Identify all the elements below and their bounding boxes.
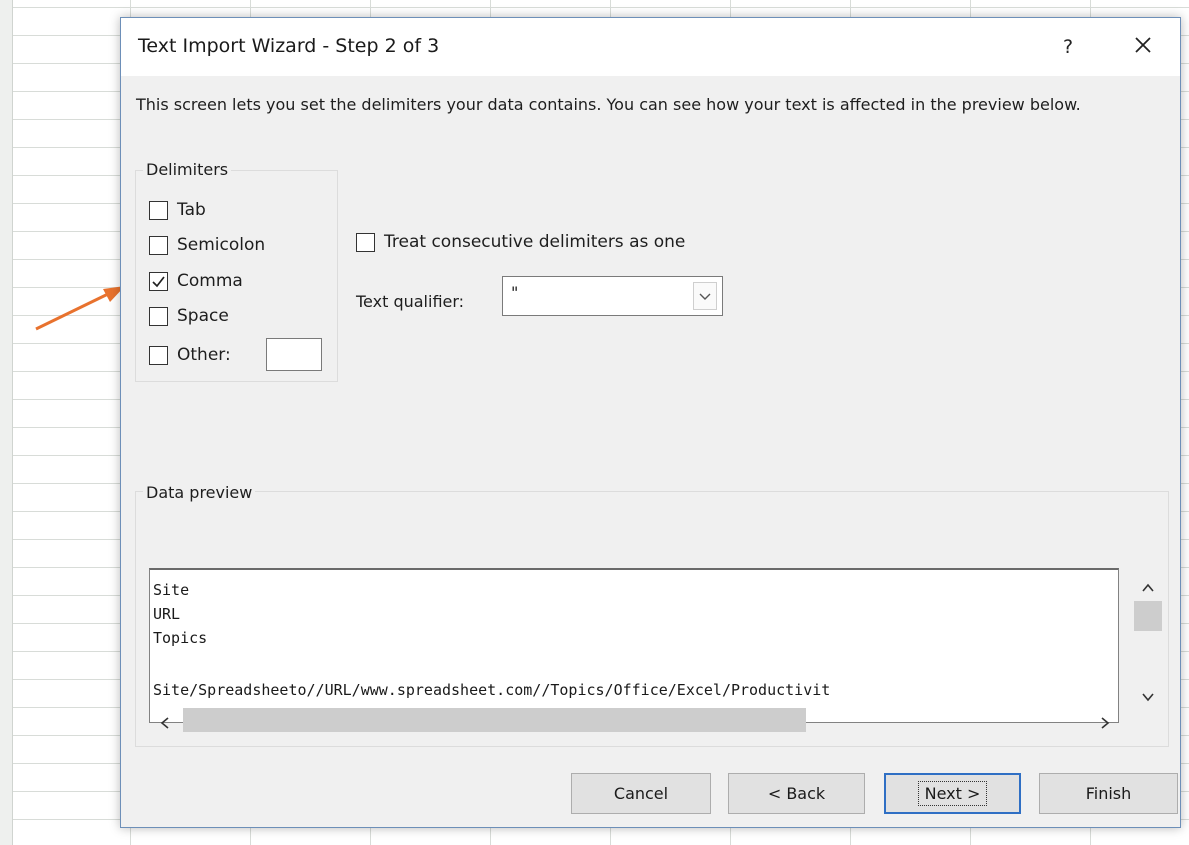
vertical-scroll-thumb[interactable] [1134, 601, 1162, 631]
vertical-scrollbar[interactable] [1133, 568, 1163, 728]
preview-line: Site [153, 581, 190, 599]
other-checkbox[interactable] [149, 345, 168, 365]
scroll-up-arrow-icon[interactable] [1141, 582, 1155, 594]
dropdown-button[interactable] [693, 282, 717, 310]
preview-line: URL [153, 605, 181, 623]
delimiters-legend: Delimiters [143, 160, 232, 179]
space-checkbox-row[interactable]: Space [149, 304, 229, 328]
wizard-description: This screen lets you set the delimiters … [136, 95, 1081, 114]
space-label: Space [177, 306, 229, 326]
other-checkbox-row[interactable]: Other: [149, 343, 231, 367]
scroll-left-arrow-icon[interactable] [159, 716, 171, 730]
next-button[interactable]: Next > [884, 773, 1021, 814]
other-label: Other: [177, 345, 231, 365]
chevron-down-icon [699, 293, 711, 300]
semicolon-label: Semicolon [177, 235, 266, 255]
semicolon-checkbox-row[interactable]: Semicolon [149, 233, 265, 257]
consecutive-delimiters-checkbox[interactable] [356, 232, 375, 252]
tab-checkbox-row[interactable]: Tab [149, 198, 206, 222]
consecutive-delimiters-row[interactable]: Treat consecutive delimiters as one [356, 230, 685, 254]
help-button[interactable]: ? [1053, 28, 1083, 66]
spreadsheet-row-header [0, 0, 13, 845]
preview-line: Site/Spreadsheeto//URL/www.spreadsheet.c… [153, 681, 831, 699]
data-preview-legend: Data preview [143, 483, 256, 502]
comma-checkbox-row[interactable]: Comma [149, 269, 243, 293]
space-checkbox[interactable] [149, 306, 168, 326]
comma-checkbox[interactable] [149, 271, 168, 291]
title-bar: Text Import Wizard - Step 2 of 3 ? [121, 18, 1180, 76]
checkmark-icon [152, 275, 165, 287]
text-qualifier-label: Text qualifier: [356, 292, 465, 311]
next-button-label: Next > [917, 781, 988, 806]
horizontal-scroll-thumb[interactable] [183, 708, 806, 732]
other-delimiter-input[interactable] [266, 338, 322, 371]
horizontal-scrollbar[interactable] [149, 706, 1119, 736]
tab-checkbox[interactable] [149, 200, 168, 220]
semicolon-checkbox[interactable] [149, 235, 168, 255]
tab-label: Tab [177, 200, 206, 220]
comma-label: Comma [177, 271, 243, 291]
back-button[interactable]: < Back [728, 773, 865, 814]
close-icon [1135, 37, 1151, 53]
preview-line: Topics [153, 629, 208, 647]
dialog-title: Text Import Wizard - Step 2 of 3 [138, 35, 440, 57]
scroll-right-arrow-icon[interactable] [1099, 716, 1111, 730]
close-button[interactable] [1123, 28, 1163, 66]
scroll-down-arrow-icon[interactable] [1141, 691, 1155, 703]
consecutive-delimiters-label: Treat consecutive delimiters as one [384, 232, 686, 252]
text-qualifier-value: " [511, 283, 519, 302]
cancel-button[interactable]: Cancel [571, 773, 711, 814]
text-qualifier-select[interactable]: " [502, 276, 723, 316]
finish-button[interactable]: Finish [1039, 773, 1178, 814]
text-import-wizard-dialog: Text Import Wizard - Step 2 of 3 ? This … [120, 17, 1181, 828]
data-preview-pane[interactable]: Site URL Topics Site/Spreadsheeto//URL/w… [149, 568, 1119, 723]
